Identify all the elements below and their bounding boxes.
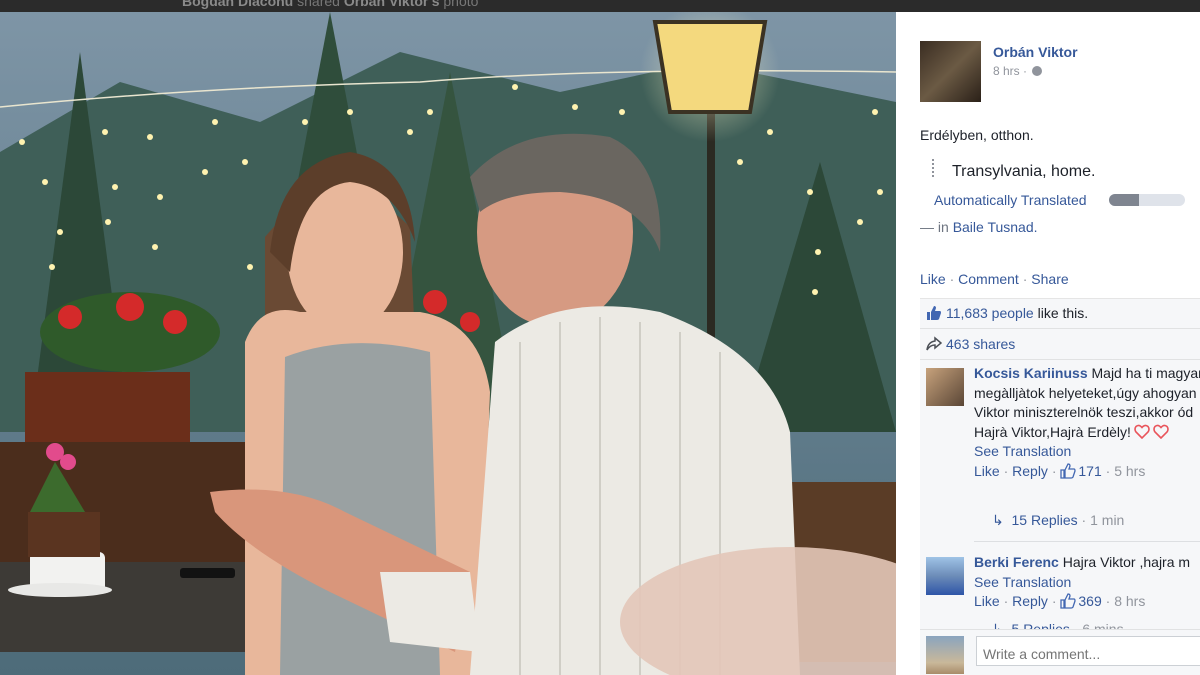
- comment-divider: [974, 541, 1200, 542]
- comment-like-count[interactable]: 171: [1078, 463, 1101, 479]
- translation-rating-fill: [1109, 194, 1140, 206]
- share-action[interactable]: Share: [1031, 271, 1068, 287]
- shares-summary[interactable]: 463 shares: [920, 330, 1200, 360]
- post-time: 8 hrs ·: [993, 64, 1043, 78]
- post-actions: Like · Comment · Share: [920, 271, 1069, 287]
- write-comment-row: [920, 629, 1200, 675]
- comment-like-link[interactable]: Like: [974, 593, 1000, 609]
- thumbs-up-outline-icon: [1060, 462, 1077, 479]
- thumbs-up-outline-icon: [1060, 593, 1077, 609]
- comment-body: Berki Ferenc Hajra Viktor ,hajra m See T…: [974, 553, 1200, 612]
- commenter-name[interactable]: Kocsis Kariinuss: [974, 365, 1088, 381]
- translation-rating-bar[interactable]: [1109, 194, 1185, 206]
- translated-text: Transylvania, home.: [952, 163, 1096, 180]
- translation-marker: [932, 159, 934, 177]
- view-replies[interactable]: ↳ 15 Replies · 1 min: [992, 512, 1124, 529]
- sharer-name[interactable]: Bogdan Diaconu: [182, 0, 293, 9]
- author-name[interactable]: Orbán Viktor: [993, 44, 1078, 60]
- author-avatar[interactable]: [920, 41, 981, 102]
- comment-like-link[interactable]: Like: [974, 463, 1000, 479]
- see-translation-link[interactable]: See Translation: [974, 442, 1200, 462]
- post-photo[interactable]: [0, 12, 896, 675]
- photo-scene: [0, 12, 896, 675]
- commenter-name[interactable]: Berki Ferenc: [974, 554, 1059, 570]
- comment-meta: Like · Reply · 369 · 8 hrs: [974, 593, 1146, 609]
- globe-icon: [1032, 66, 1043, 76]
- commenter-avatar[interactable]: [926, 368, 964, 406]
- comment-like-count[interactable]: 369: [1078, 593, 1101, 609]
- comment-reply-link[interactable]: Reply: [1012, 593, 1048, 609]
- post-text: Erdélyben, otthon.: [920, 127, 1034, 143]
- location-link[interactable]: Baile Tusnad.: [953, 219, 1038, 235]
- feedback-panel: 11,683 people like this. 463 shares Kocs…: [920, 298, 1200, 675]
- location-line: — in Baile Tusnad.: [920, 219, 1038, 235]
- like-action[interactable]: Like: [920, 271, 946, 287]
- comment-action[interactable]: Comment: [958, 271, 1019, 287]
- comment-reply-link[interactable]: Reply: [1012, 463, 1048, 479]
- see-translation-link[interactable]: See Translation: [974, 573, 1200, 593]
- likes-count-link[interactable]: 11,683 people: [946, 305, 1034, 321]
- comment-meta: Like · Reply · 171 · 5 hrs: [974, 462, 1146, 479]
- top-bar: Bogdan Diaconu shared Orbán Viktor's pho…: [0, 0, 1200, 12]
- owner-name[interactable]: Orbán Viktor's: [344, 0, 440, 9]
- share-arrow-icon: [926, 336, 942, 351]
- auto-translated-link[interactable]: Automatically Translated: [934, 192, 1087, 208]
- heart-icon: [1153, 424, 1169, 439]
- post-sidebar: Orbán Viktor 8 hrs · Erdélyben, otthon. …: [896, 12, 1200, 675]
- current-user-avatar[interactable]: [926, 636, 964, 674]
- heart-icon: [1134, 424, 1150, 439]
- share-header: Bogdan Diaconu shared Orbán Viktor's pho…: [182, 0, 478, 9]
- likes-summary: 11,683 people like this.: [920, 299, 1200, 329]
- comment-input[interactable]: [976, 636, 1200, 666]
- thumbs-up-icon: [927, 306, 941, 320]
- commenter-avatar[interactable]: [926, 557, 964, 595]
- reply-arrow-icon: ↳: [992, 512, 1004, 528]
- comment-body: Kocsis Kariinuss Majd ha ti magyar megàl…: [974, 364, 1200, 481]
- timestamp[interactable]: 8 hrs ·: [993, 64, 1030, 78]
